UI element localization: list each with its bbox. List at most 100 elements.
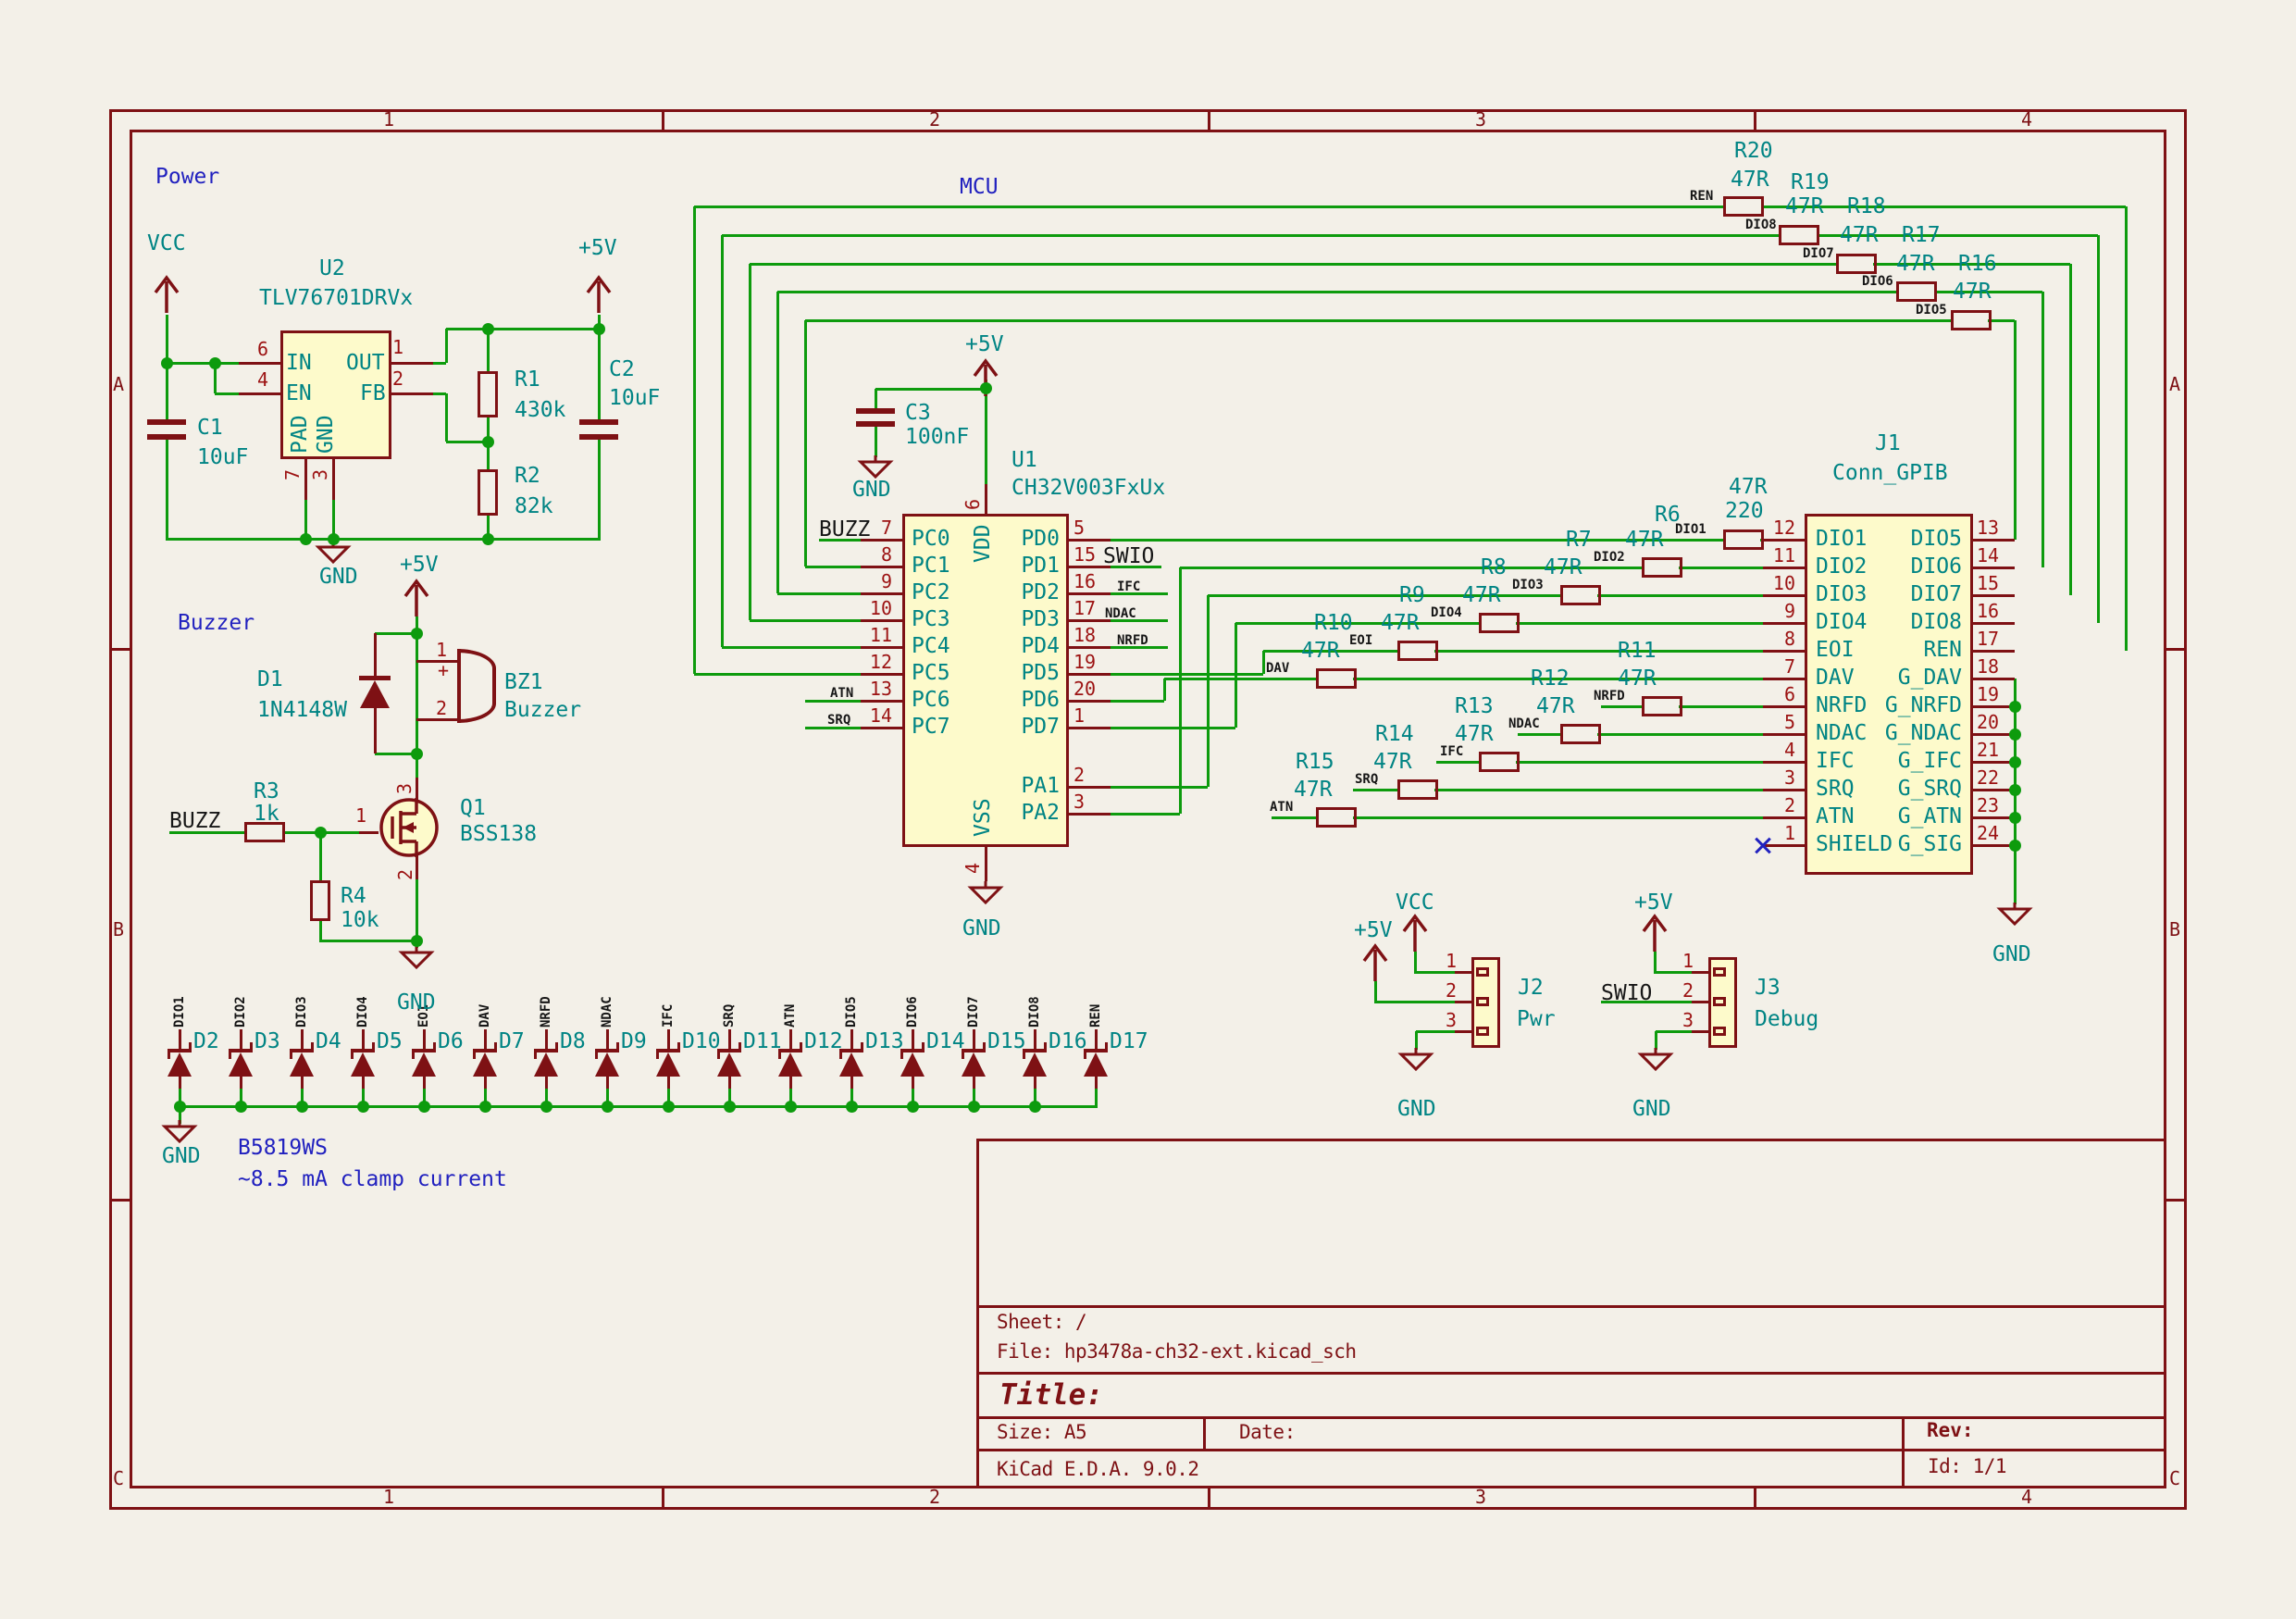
- value-label: 10uF: [197, 447, 248, 468]
- sheet-border-line: [109, 1199, 132, 1202]
- resistor-symbol[interactable]: [1896, 281, 1937, 302]
- resistor-symbol[interactable]: [1836, 254, 1877, 274]
- ref-label: D11: [743, 1031, 782, 1052]
- sheet-border-line: [662, 1486, 664, 1510]
- junction-dot: [174, 1101, 186, 1113]
- pin-name: PD3: [939, 609, 1060, 630]
- wire-segment: [667, 1029, 670, 1049]
- wire-segment: [861, 592, 902, 595]
- wire-segment: [1516, 761, 1763, 764]
- junction-dot: [2009, 729, 2021, 741]
- sheet-border-line: [130, 1486, 2166, 1488]
- net-label: DIO4: [356, 996, 369, 1027]
- resistor-symbol[interactable]: [1397, 641, 1438, 661]
- pin-name: DIO7: [1842, 584, 1962, 605]
- resistor-symbol[interactable]: [1560, 585, 1601, 605]
- ref-label: U1: [1011, 450, 1037, 471]
- value-label: BSS138: [460, 824, 537, 845]
- schottky-diode-symbol[interactable]: [351, 1052, 375, 1077]
- resistor-symbol[interactable]: [1316, 668, 1357, 689]
- resistor-symbol[interactable]: [1397, 779, 1438, 800]
- pin-number: 19: [1074, 653, 1096, 671]
- value-label: 220: [1725, 501, 1764, 522]
- schottky-diode-symbol[interactable]: [656, 1052, 680, 1077]
- pin-number: 3: [1446, 1011, 1457, 1029]
- wire-segment: [861, 673, 902, 676]
- resistor-symbol[interactable]: [310, 880, 330, 921]
- resistor-symbol[interactable]: [1642, 696, 1682, 716]
- power-arrow-icon: [1398, 913, 1432, 953]
- capacitor-symbol[interactable]: [579, 419, 618, 425]
- schottky-diode-symbol[interactable]: [778, 1052, 802, 1077]
- pin-number: 14: [1977, 546, 1999, 565]
- comment-text: Power: [155, 167, 219, 188]
- schottky-diode-symbol[interactable]: [1084, 1052, 1108, 1077]
- junction-dot: [1029, 1101, 1041, 1113]
- schottky-diode-symbol[interactable]: [1023, 1052, 1047, 1077]
- power-label: GND: [1992, 944, 2031, 965]
- net-label: DIO5: [1916, 304, 1947, 317]
- wire-segment: [875, 389, 877, 410]
- wire-segment: [1763, 678, 1805, 680]
- resistor-symbol[interactable]: [1642, 557, 1682, 578]
- resistor-symbol[interactable]: [1779, 225, 1819, 245]
- schottky-diode-symbol[interactable]: [534, 1052, 558, 1077]
- pin-number: 2: [392, 369, 403, 388]
- resistor-symbol[interactable]: [1951, 310, 1992, 330]
- power-label: GND: [162, 1146, 201, 1167]
- ref-label: D10: [682, 1031, 721, 1052]
- capacitor-symbol[interactable]: [579, 434, 618, 440]
- capacitor-symbol[interactable]: [147, 434, 186, 440]
- ref-label: R7: [1566, 529, 1592, 551]
- bz1-buzzer-symbol[interactable]: [457, 649, 496, 723]
- schottky-diode-symbol[interactable]: [595, 1052, 619, 1077]
- capacitor-symbol[interactable]: [856, 408, 895, 414]
- wire-segment: [484, 1029, 487, 1049]
- resistor-symbol[interactable]: [478, 371, 498, 417]
- text-label: 1: [383, 110, 394, 129]
- resistor-symbol[interactable]: [1479, 752, 1520, 772]
- wire-segment: [694, 205, 1723, 208]
- schottky-hook-icon: [1105, 1042, 1108, 1049]
- resistor-symbol[interactable]: [1316, 807, 1357, 828]
- wire-segment: [850, 1029, 853, 1049]
- resistor-symbol[interactable]: [1479, 613, 1520, 633]
- schottky-diode-symbol[interactable]: [839, 1052, 863, 1077]
- wire-segment: [1763, 650, 1805, 653]
- d1-diode-symbol[interactable]: [360, 680, 390, 708]
- wire-segment: [606, 1029, 609, 1049]
- junction-dot: [411, 628, 423, 640]
- wire-segment: [985, 847, 987, 881]
- value-label: 47R: [1731, 169, 1769, 191]
- pin-number: 16: [1074, 572, 1096, 591]
- pin-name: PA2: [939, 803, 1060, 824]
- schottky-diode-symbol[interactable]: [229, 1052, 253, 1077]
- wire-segment: [1111, 786, 1208, 789]
- capacitor-symbol[interactable]: [856, 421, 895, 427]
- sheet-border-line: [1208, 1486, 1210, 1510]
- value-label: 47R: [1373, 752, 1412, 773]
- resistor-symbol[interactable]: [1723, 196, 1764, 217]
- pin-number: 1: [1755, 824, 1795, 842]
- power-label: GND: [397, 992, 436, 1014]
- resistor-symbol[interactable]: [1560, 724, 1601, 744]
- resistor-symbol[interactable]: [478, 469, 498, 516]
- net-label: BUZZ: [169, 811, 220, 832]
- schottky-diode-symbol[interactable]: [412, 1052, 436, 1077]
- wire-segment: [1455, 1030, 1471, 1033]
- wire-segment: [1455, 971, 1471, 974]
- pin-name: REN: [1842, 640, 1962, 661]
- schottky-diode-symbol[interactable]: [473, 1052, 497, 1077]
- schottky-diode-symbol[interactable]: [900, 1052, 925, 1077]
- pin-number: 9: [1755, 602, 1795, 620]
- schottky-diode-symbol[interactable]: [290, 1052, 314, 1077]
- schottky-diode-symbol[interactable]: [962, 1052, 986, 1077]
- value-label: 47R: [1618, 668, 1657, 690]
- capacitor-symbol[interactable]: [147, 419, 186, 425]
- ground-icon: [967, 881, 1004, 905]
- ref-label: R11: [1618, 641, 1657, 662]
- schottky-diode-symbol[interactable]: [717, 1052, 741, 1077]
- junction-dot: [980, 382, 992, 394]
- wire-segment: [1973, 622, 2015, 625]
- schottky-diode-symbol[interactable]: [168, 1052, 192, 1077]
